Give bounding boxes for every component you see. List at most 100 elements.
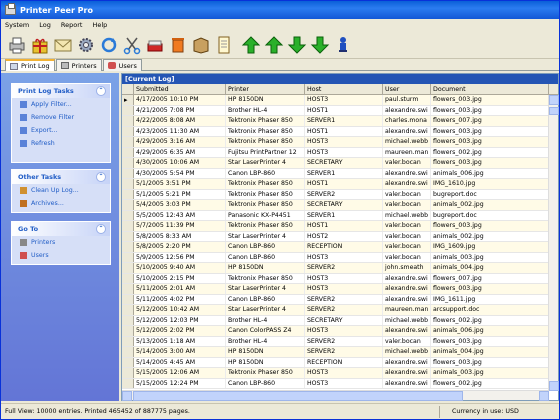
row-selector[interactable] <box>122 200 134 210</box>
tab-printers[interactable]: Printers <box>55 59 102 71</box>
archives-link[interactable]: Archives... <box>12 197 110 210</box>
table-row[interactable]: 5/12/2005 2:02 PM Canon ColorPASS Z4 HOST3… <box>122 326 549 337</box>
title-bar[interactable]: Printer Peer Pro <box>1 1 559 19</box>
row-selector[interactable] <box>122 231 134 241</box>
export-link[interactable]: Export... <box>12 124 110 137</box>
table-row[interactable]: 5/14/2005 3:00 AM HP 8150DN SERVER2 michael… <box>122 347 549 358</box>
envelope-icon[interactable] <box>53 35 73 55</box>
row-selector[interactable] <box>122 347 134 357</box>
current-row-indicator[interactable]: ▸ <box>122 95 134 105</box>
printer-icon[interactable] <box>7 35 27 55</box>
go-to-printers-link[interactable]: Printers <box>12 236 110 249</box>
row-selector[interactable] <box>122 305 134 315</box>
row-selector[interactable] <box>122 284 134 294</box>
row-selector[interactable] <box>122 147 134 157</box>
gift-icon[interactable] <box>30 35 50 55</box>
scroll-right-button[interactable] <box>539 391 549 401</box>
table-row[interactable]: 5/14/2005 4:45 AM HP 8150DN RECEPTION alexa… <box>122 357 549 368</box>
row-selector[interactable] <box>122 179 134 189</box>
table-row[interactable]: 5/1/2005 5:21 PM Tektronix Phaser 850 SERV… <box>122 189 549 200</box>
table-row[interactable]: 5/5/2005 12:43 AM Panasonic KX-P4451 SERVE… <box>122 210 549 221</box>
panel-header[interactable]: Other Tasks ⌃ <box>12 170 110 184</box>
scissors-icon[interactable] <box>122 35 142 55</box>
row-selector[interactable] <box>122 210 134 220</box>
table-row[interactable]: 4/30/2005 10:06 AM Star LaserPrinter 4 SEC… <box>122 158 549 169</box>
apply-filter-link[interactable]: Apply Filter... <box>12 98 110 111</box>
refresh-icon[interactable] <box>99 35 119 55</box>
table-row[interactable]: 5/1/2005 3:51 PM Tektronix Phaser 850 HOST… <box>122 179 549 190</box>
table-row[interactable]: 5/11/2005 4:02 PM Canon LBP-860 SERVER2 ale… <box>122 294 549 305</box>
trash-can-icon[interactable] <box>168 35 188 55</box>
horizontal-scrollbar[interactable] <box>122 390 549 401</box>
table-row[interactable]: 4/21/2005 7:08 PM Brother HL-4 HOST1 alexan… <box>122 105 549 116</box>
table-row[interactable]: 5/8/2005 8:33 AM Star LaserPrinter 4 HOST2… <box>122 231 549 242</box>
scroll-down-button[interactable] <box>549 381 559 391</box>
row-selector[interactable] <box>122 315 134 325</box>
table-row[interactable]: 5/12/2005 10:42 AM Star LaserPrinter 4 SER… <box>122 305 549 316</box>
table-row[interactable]: 5/12/2005 12:03 PM Brother HL-4 SECRETARY m… <box>122 315 549 326</box>
row-selector[interactable] <box>122 105 134 115</box>
row-selector[interactable] <box>122 368 134 378</box>
table-row[interactable]: 5/10/2005 2:15 PM Tektronix Phaser 850 HOS… <box>122 273 549 284</box>
row-selector[interactable] <box>122 126 134 136</box>
tab-print-log[interactable]: Print Log <box>5 59 55 71</box>
user-icon[interactable] <box>333 35 353 55</box>
column-header-host[interactable]: Host <box>305 84 383 94</box>
row-selector[interactable] <box>122 263 134 273</box>
menu-help[interactable]: Help <box>92 21 107 29</box>
table-row[interactable]: 4/29/2005 6:35 AM Fujitsu PrintPartner 12… <box>122 147 549 158</box>
menu-system[interactable]: System <box>5 21 29 29</box>
panel-header[interactable]: Print Log Tasks ⌃ <box>12 84 110 98</box>
tab-users[interactable]: Users <box>102 59 142 71</box>
collapse-chevron-icon[interactable]: ⌃ <box>96 172 106 182</box>
vertical-scrollbar[interactable] <box>548 95 559 391</box>
column-header-submitted[interactable]: Submitted <box>134 84 226 94</box>
row-selector[interactable] <box>122 326 134 336</box>
scroll-thumb[interactable] <box>133 391 463 401</box>
arrow-down-icon[interactable] <box>310 35 330 55</box>
table-row[interactable]: 5/4/2005 3:03 PM Tektronix Phaser 850 SECR… <box>122 200 549 211</box>
arrow-up-icon[interactable] <box>241 35 261 55</box>
row-selector[interactable] <box>122 252 134 262</box>
clean-up-log-link[interactable]: Clean Up Log... <box>12 184 110 197</box>
paper-stack-icon[interactable] <box>145 35 165 55</box>
gear-icon[interactable] <box>76 35 96 55</box>
row-selector[interactable] <box>122 189 134 199</box>
scroll-left-button[interactable] <box>122 391 132 401</box>
column-header-document[interactable]: Document <box>431 84 549 94</box>
row-selector[interactable] <box>122 158 134 168</box>
book-icon[interactable] <box>191 35 211 55</box>
row-selector[interactable] <box>122 294 134 304</box>
row-selector[interactable] <box>122 378 134 388</box>
scroll-up-button[interactable] <box>549 95 559 105</box>
table-row[interactable]: 5/9/2005 12:56 PM Canon LBP-860 HOST3 valer… <box>122 252 549 263</box>
arrow-up-icon[interactable] <box>264 35 284 55</box>
row-selector[interactable] <box>122 221 134 231</box>
table-row[interactable]: 4/22/2005 8:08 AM Tektronix Phaser 850 SER… <box>122 116 549 127</box>
menu-log[interactable]: Log <box>39 21 51 29</box>
row-selector[interactable] <box>122 137 134 147</box>
row-selector[interactable] <box>122 357 134 367</box>
table-row[interactable]: 4/23/2005 11:30 AM Tektronix Phaser 850 HO… <box>122 126 549 137</box>
table-row[interactable]: 5/10/2005 9:40 AM HP 8150DN SERVER2 john.sm… <box>122 263 549 274</box>
collapse-chevron-icon[interactable]: ⌃ <box>96 224 106 234</box>
row-selector[interactable] <box>122 168 134 178</box>
table-row[interactable]: 4/30/2005 5:54 PM Canon LBP-860 SERVER1 ale… <box>122 168 549 179</box>
refresh-link[interactable]: Refresh <box>12 137 110 150</box>
menu-report[interactable]: Report <box>61 21 83 29</box>
scroll-thumb[interactable] <box>549 107 559 115</box>
panel-header[interactable]: Go To ⌃ <box>12 222 110 236</box>
table-row[interactable]: 5/11/2005 2:01 AM Star LaserPrinter 4 HOST… <box>122 284 549 295</box>
document-icon[interactable] <box>214 35 234 55</box>
table-row[interactable]: 4/29/2005 3:16 AM Tektronix Phaser 850 HOS… <box>122 137 549 148</box>
column-header-user[interactable]: User <box>383 84 431 94</box>
table-row[interactable]: 5/7/2005 11:39 PM Tektronix Phaser 850 HOS… <box>122 221 549 232</box>
column-header-printer[interactable]: Printer <box>226 84 305 94</box>
table-row[interactable]: ▸ 4/17/2005 10:10 PM HP 8150DN HOST3 paul.st… <box>122 95 549 106</box>
table-row[interactable]: 5/15/2005 12:24 PM Canon LBP-860 HOST3 alex… <box>122 378 549 389</box>
collapse-chevron-icon[interactable]: ⌃ <box>96 86 106 96</box>
row-selector[interactable] <box>122 242 134 252</box>
table-row[interactable]: 5/8/2005 2:20 PM Canon LBP-860 RECEPTION va… <box>122 242 549 253</box>
arrow-down-icon[interactable] <box>287 35 307 55</box>
row-selector[interactable] <box>122 116 134 126</box>
